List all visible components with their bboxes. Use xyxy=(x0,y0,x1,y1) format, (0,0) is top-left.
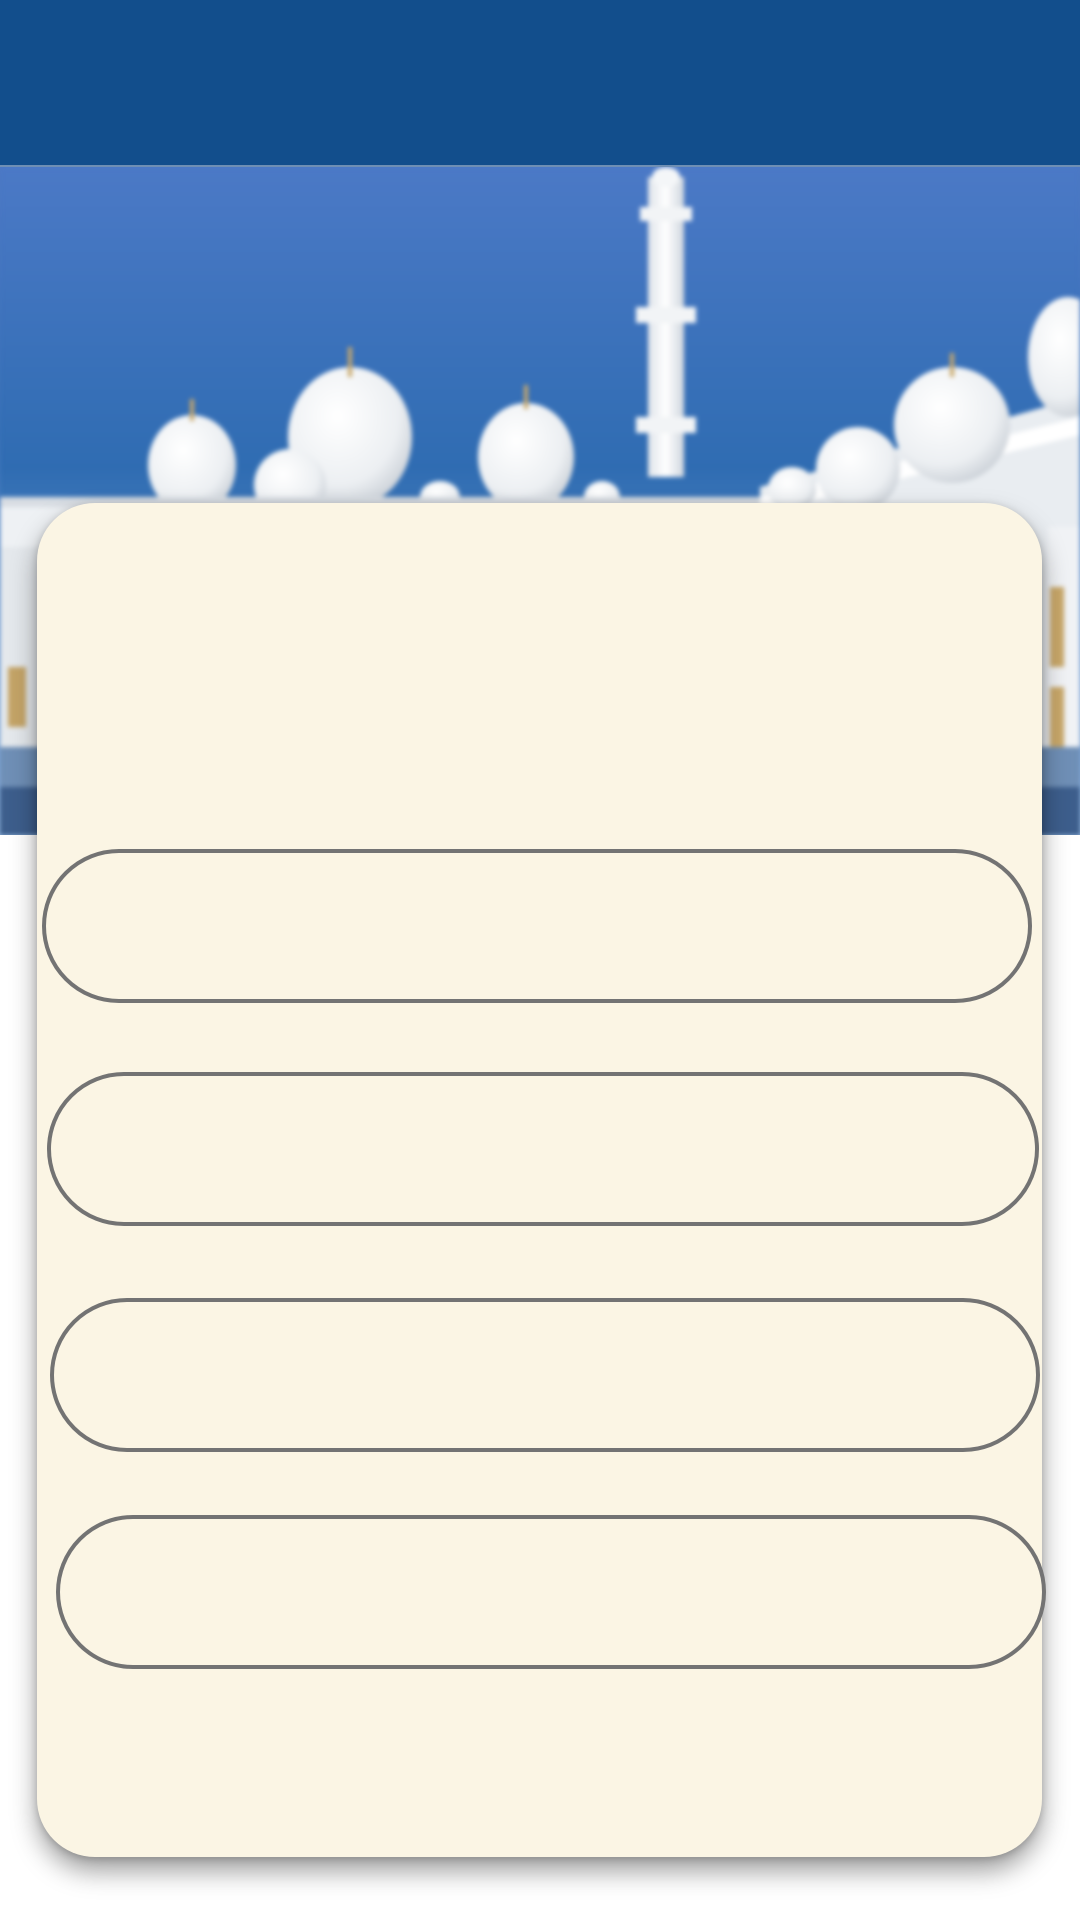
app-bar xyxy=(0,0,1080,167)
option-button-4[interactable] xyxy=(56,1515,1046,1669)
option-button-2[interactable] xyxy=(47,1072,1039,1226)
option-button-1[interactable] xyxy=(42,849,1032,1003)
option-button-3[interactable] xyxy=(50,1298,1040,1452)
options-card xyxy=(37,503,1046,1857)
screen xyxy=(0,0,1080,1920)
